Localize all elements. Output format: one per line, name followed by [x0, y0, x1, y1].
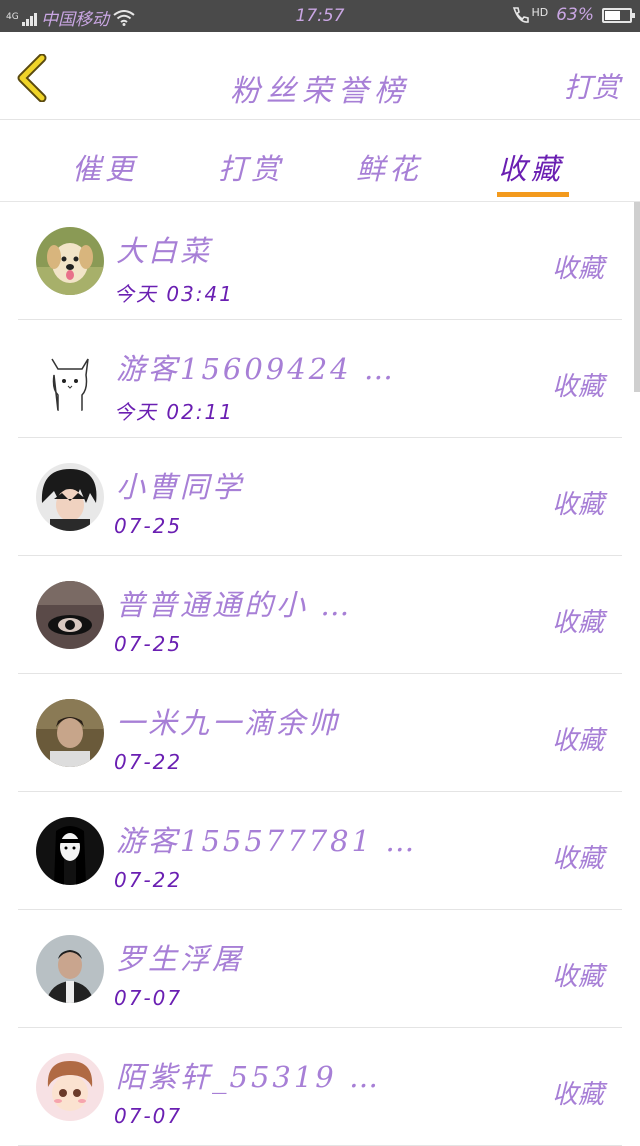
fan-name: 小曹同学: [116, 470, 245, 504]
photo-boy-avatar[interactable]: [36, 699, 104, 767]
battery-percent: 63%: [556, 5, 594, 25]
fan-time: 今天 03:41: [114, 282, 234, 306]
fan-time: 今天 02:11: [114, 400, 234, 424]
status-bar: 4G 中国移动 17:57 HD 63%: [0, 0, 640, 32]
fan-time: 07-25: [114, 632, 183, 656]
list-item[interactable]: 罗生浮屠 07-07 收藏: [18, 910, 622, 1028]
list-item[interactable]: 大白菜 今天 03:41 收藏: [18, 202, 622, 320]
puppy-avatar[interactable]: [36, 227, 104, 295]
fan-time: 07-22: [114, 868, 183, 892]
cat-sketch-avatar[interactable]: [36, 345, 104, 413]
fan-name: 普普通通的小 …: [116, 588, 353, 622]
status-bar-right: HD 63%: [511, 5, 635, 25]
page-title: 粉丝荣誉榜: [230, 74, 410, 109]
fan-action-label: 收藏: [551, 490, 604, 520]
fan-action-label: 收藏: [551, 844, 604, 874]
fan-action-label: 收藏: [551, 608, 604, 638]
photo-man-avatar[interactable]: [36, 935, 104, 1003]
tab-flowers[interactable]: 鲜花: [356, 146, 422, 188]
fan-action-label: 收藏: [551, 254, 604, 284]
fan-name: 罗生浮屠: [116, 942, 245, 976]
fan-time: 07-07: [114, 1104, 183, 1128]
tab-favorites[interactable]: 收藏: [498, 146, 564, 188]
anime-girl-avatar[interactable]: [36, 817, 104, 885]
header: 粉丝荣誉榜 打赏: [0, 32, 640, 120]
battery-icon: [602, 7, 635, 23]
phone-hd-icon: HD: [511, 6, 548, 24]
dark-eye-avatar[interactable]: [36, 581, 104, 649]
reward-button[interactable]: 打赏: [564, 66, 620, 106]
fan-action-label: 收藏: [551, 726, 604, 756]
list-item[interactable]: 陌紫轩_55319 … 07-07 收藏: [18, 1028, 622, 1146]
tab-urge[interactable]: 催更: [72, 146, 138, 188]
fan-name: 大白菜: [116, 234, 213, 268]
list-item[interactable]: 小曹同学 07-25 收藏: [18, 438, 622, 556]
hd-label: HD: [531, 6, 549, 19]
list-item[interactable]: 普普通通的小 … 07-25 收藏: [18, 556, 622, 674]
fan-name: 一米九一滴余帅: [116, 706, 341, 740]
fan-list: 大白菜 今天 03:41 收藏 游客15609424 … 今天 02:11 收藏: [0, 202, 640, 1146]
tab-bar: 催更 打赏 鲜花 收藏: [0, 120, 640, 202]
list-item[interactable]: 游客155577781 … 07-22 收藏: [18, 792, 622, 910]
list-item[interactable]: 游客15609424 … 今天 02:11 收藏: [18, 320, 622, 438]
fan-action-label: 收藏: [551, 1080, 604, 1110]
fan-name: 陌紫轩_55319 …: [116, 1060, 381, 1094]
tab-reward[interactable]: 打赏: [218, 146, 284, 188]
fan-name: 游客155577781 …: [116, 824, 418, 858]
list-item[interactable]: 一米九一滴余帅 07-22 收藏: [18, 674, 622, 792]
fan-time: 07-22: [114, 750, 183, 774]
fan-action-label: 收藏: [551, 372, 604, 402]
anime-boy-avatar[interactable]: [36, 463, 104, 531]
scrollbar[interactable]: [634, 202, 640, 392]
fan-time: 07-25: [114, 514, 183, 538]
cartoon-kid-avatar[interactable]: [36, 1053, 104, 1121]
fan-time: 07-07: [114, 986, 183, 1010]
fan-name: 游客15609424 …: [116, 352, 396, 386]
fan-action-label: 收藏: [551, 962, 604, 992]
battery-fill: [605, 10, 620, 20]
active-tab-indicator: [497, 192, 569, 197]
